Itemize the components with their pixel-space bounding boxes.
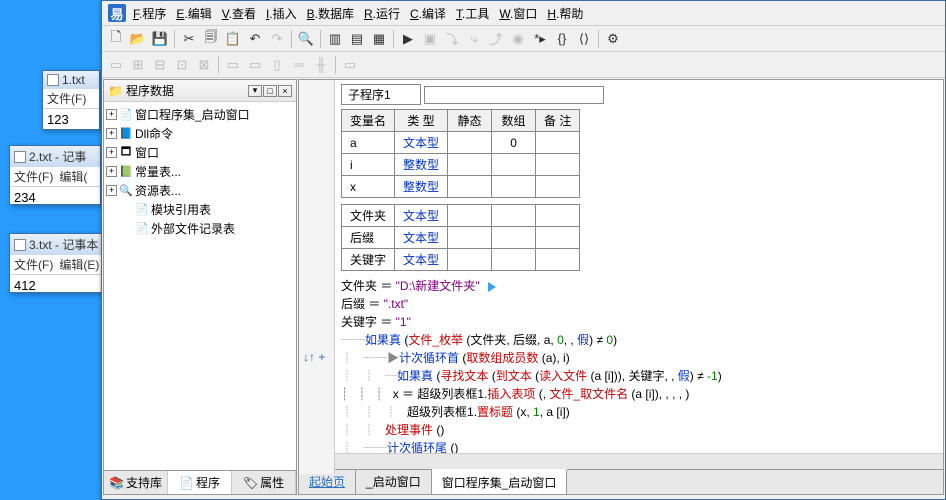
sub-name-input[interactable]: 子程序1 — [341, 84, 421, 105]
table-row: x整数型 — [342, 176, 580, 198]
menu-database[interactable]: B.数据库 — [304, 5, 357, 22]
layout2-icon[interactable]: ▤ — [347, 29, 367, 49]
tab-support-lib[interactable]: 📚支持库 — [104, 471, 168, 494]
left-tabs: 📚支持库 📄程序 🏷属性 — [104, 470, 296, 494]
menu-run[interactable]: R.运行 — [361, 5, 403, 22]
minimize-icon[interactable]: ▾ — [248, 85, 262, 97]
file-icon — [14, 239, 26, 251]
copy-icon[interactable]: 🗐 — [201, 29, 221, 49]
toolbar-2: ▭ ⊞ ⊟ ⊡ ⊠ ▭ ▭ ▯ ═ ╫ ▭ — [102, 52, 945, 78]
main-ide-window: 易 F.程序 E.编辑 V.查看 I.插入 B.数据库 R.运行 C.编译 T.… — [101, 0, 946, 500]
code-line: 后缀 ＝ ".txt" — [341, 295, 937, 313]
tree-node[interactable]: +🗖窗口 — [106, 143, 294, 162]
align-icon[interactable]: ▭ — [106, 55, 126, 75]
variables-table-2[interactable]: 文件夹文本型 后缀文本型 关键字文本型 — [341, 204, 580, 271]
pause-icon[interactable]: ▣ — [420, 29, 440, 49]
menu-compile[interactable]: C.编译 — [407, 5, 449, 22]
editor-tabs: 起始页 _启动窗口 窗口程序集_启动窗口 — [299, 469, 943, 494]
new-icon[interactable]: 🗋 — [106, 29, 126, 49]
menu-bar: 易 F.程序 E.编辑 V.查看 I.插入 B.数据库 R.运行 C.编译 T.… — [102, 1, 945, 26]
code-line: ┈┈如果真 (文件_枚举 (文件夹, 后缀, a, 0, , 假) ≠ 0) — [341, 331, 937, 349]
open-icon[interactable]: 📂 — [128, 29, 148, 49]
next-icon[interactable]: *▸ — [530, 29, 550, 49]
stepover-icon[interactable]: ⤵ — [442, 29, 462, 49]
sub-extra-input[interactable] — [424, 86, 604, 104]
tag-icon: 🏷 — [243, 476, 258, 490]
file-icon — [14, 151, 26, 163]
table-row: a文本型0 — [342, 132, 580, 154]
variables-table-1[interactable]: 变量名类 型静态数组备 注 a文本型0 i整数型 x整数型 — [341, 109, 580, 198]
cut-icon[interactable]: ✂ — [179, 29, 199, 49]
bg-notepad-1: 1.txt 文件(F) 123 — [42, 70, 100, 130]
table-row: 后缀文本型 — [342, 227, 580, 249]
toolbar-1: 🗋 📂 💾 ✂ 🗐 📋 ↶ ↷ 🔍 ▥ ▤ ▦ ▶ ▣ ⤵ ⤷ ⤴ ◉ *▸ {… — [102, 26, 945, 52]
gear-icon[interactable]: ⚙ — [603, 29, 623, 49]
tab-window-set[interactable]: 窗口程序集_启动窗口 — [432, 469, 568, 494]
stepin-icon[interactable]: ⤷ — [464, 29, 484, 49]
table-row: 关键字文本型 — [342, 249, 580, 271]
paste-icon[interactable]: 📋 — [223, 29, 243, 49]
search-icon[interactable]: 🔍 — [296, 29, 316, 49]
fold-icon[interactable]: ↓↑ + — [303, 350, 325, 364]
code-line: 文件夹 ＝ "D:\新建文件夹" — [341, 277, 937, 295]
menu-program[interactable]: F.程序 — [130, 5, 169, 22]
stepout-icon[interactable]: ⤴ — [486, 29, 506, 49]
code-line: ┊ ┊ ┊ 超级列表框1.置标题 (x, 1, a [i]) — [341, 403, 937, 421]
table-row: i整数型 — [342, 154, 580, 176]
code-line: ┊ ┊ ┈如果真 (寻找文本 (到文本 (读入文件 (a [i])), 关键字,… — [341, 367, 937, 385]
tree-title: 程序数据 — [126, 82, 174, 99]
menu-help[interactable]: H.帮助 — [544, 5, 586, 22]
code-line: ┊ ┊ 处理事件 () — [341, 421, 937, 439]
tree-node[interactable]: +📗常量表... — [106, 162, 294, 181]
app-icon: 易 — [108, 4, 126, 22]
code-area[interactable]: 子程序1 变量名类 型静态数组备 注 a文本型0 i整数型 x整数型 文件夹文本… — [335, 80, 943, 453]
undo-icon[interactable]: ↶ — [245, 29, 265, 49]
save-icon[interactable]: 💾 — [150, 29, 170, 49]
code-line: ┊ ┈┈▶计次循环首 (取数组成员数 (a), i) — [341, 349, 937, 367]
tree-node[interactable]: 📄模块引用表 — [106, 200, 294, 219]
tree-node[interactable]: 📄外部文件记录表 — [106, 219, 294, 238]
tree-node[interactable]: +🔍资源表... — [106, 181, 294, 200]
tab-properties[interactable]: 🏷属性 — [232, 471, 296, 494]
page-icon: 📄 — [179, 476, 194, 490]
folder-icon: 📁 — [108, 84, 123, 98]
break-icon[interactable]: ◉ — [508, 29, 528, 49]
maximize-icon[interactable]: □ — [263, 85, 277, 97]
run-icon[interactable]: ▶ — [398, 29, 418, 49]
tag-icon[interactable]: ⟨⟩ — [574, 29, 594, 49]
redo-icon[interactable]: ↷ — [267, 29, 287, 49]
layout3-icon[interactable]: ▦ — [369, 29, 389, 49]
menu-view[interactable]: V.查看 — [219, 5, 259, 22]
cursor-icon — [488, 282, 496, 292]
gutter: ↓↑ + — [299, 80, 335, 474]
horizontal-scrollbar[interactable]: ◂ ▸ — [299, 453, 943, 469]
tree-node[interactable]: +📘Dll命令 — [106, 124, 294, 143]
braces-icon[interactable]: {} — [552, 29, 572, 49]
layout1-icon[interactable]: ▥ — [325, 29, 345, 49]
menu-window[interactable]: W.窗口 — [496, 5, 540, 22]
tab-program[interactable]: 📄程序 — [168, 471, 232, 494]
code-panel: ↓↑ + 子程序1 变量名类 型静态数组备 注 a文本型0 i整数型 x整数型 … — [298, 79, 944, 495]
books-icon: 📚 — [109, 476, 124, 490]
code-line: 关键字 ＝ "1" — [341, 313, 937, 331]
tree-node[interactable]: +📄窗口程序集_启动窗口 — [106, 105, 294, 124]
menu-edit[interactable]: E.编辑 — [173, 5, 214, 22]
left-panel: 📁 程序数据 ▾ □ × +📄窗口程序集_启动窗口 +📘Dll命令 +🗖窗口 +… — [103, 79, 297, 495]
menu-insert[interactable]: I.插入 — [263, 5, 300, 22]
project-tree[interactable]: +📄窗口程序集_启动窗口 +📘Dll命令 +🗖窗口 +📗常量表... +🔍资源表… — [104, 102, 296, 470]
file-icon — [47, 74, 59, 86]
table-row: 文件夹文本型 — [342, 205, 580, 227]
bg-notepad-2: 2.txt - 记事 文件(F)编辑( 234 — [9, 145, 101, 205]
code-line: ┊ ┊ ┊ x ＝ 超级列表框1.插入表项 (, 文件_取文件名 (a [i])… — [341, 385, 937, 403]
menu-tools[interactable]: T.工具 — [453, 5, 492, 22]
tab-start-window[interactable]: _启动窗口 — [356, 470, 432, 494]
close-icon[interactable]: × — [278, 85, 292, 97]
code-line: ┊ ┈┈计次循环尾 () — [341, 439, 937, 453]
